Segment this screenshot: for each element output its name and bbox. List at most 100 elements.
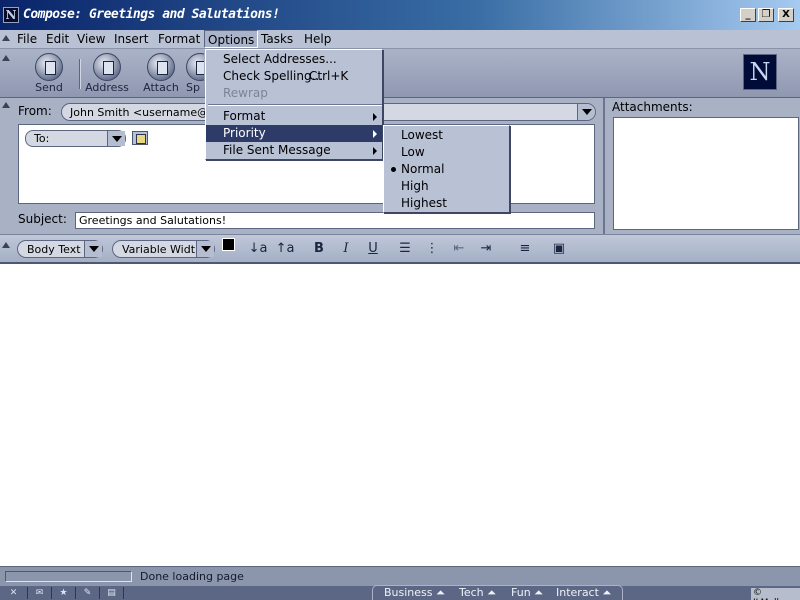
quicklink-tech[interactable]: Tech ⏶ [459, 586, 496, 600]
status-bar: Done loading page [0, 566, 800, 586]
menu-priority-submenu[interactable]: Priority [206, 125, 382, 142]
minimize-button[interactable]: _ [740, 8, 756, 22]
format-toolbar: Body Text Variable Width ↓a ↑a B I U ☰ ⋮… [0, 234, 800, 264]
increase-font-size-button[interactable]: ↑a [275, 240, 295, 258]
address-card-icon[interactable] [132, 131, 148, 145]
netscape-logo[interactable]: N [743, 54, 777, 90]
check-spelling-label: Check Spelling... [223, 69, 324, 83]
selected-radio-icon [391, 167, 396, 172]
send-icon [35, 53, 63, 81]
indent-icon[interactable]: ⇥ [476, 240, 496, 258]
menu-file-sent-message[interactable]: File Sent Message [206, 142, 382, 159]
menu-rewrap: Rewrap [206, 85, 382, 102]
toolbar-collapse-grip-icon[interactable] [2, 55, 10, 61]
font-value: Variable Width [122, 243, 202, 256]
menu-separator [208, 104, 382, 106]
priority-normal-label: Normal [401, 162, 445, 176]
decrease-font-size-button[interactable]: ↓a [248, 240, 268, 258]
close-button[interactable]: X [778, 8, 794, 22]
address-label: Address [85, 81, 129, 94]
status-text: Done loading page [140, 570, 244, 583]
copyright-credit: © JLMeller [751, 588, 800, 600]
send-label: Send [35, 81, 63, 94]
window-title: Compose: Greetings and Salutations! [23, 7, 280, 22]
priority-high[interactable]: High [384, 178, 509, 195]
menu-bar: File Edit View Insert Format Options Tas… [0, 30, 800, 49]
menu-check-spelling[interactable]: Check Spelling... Ctrl+K [206, 68, 382, 85]
italic-button[interactable]: I [336, 240, 356, 258]
attachments-label: Attachments: [612, 100, 693, 114]
insert-object-icon[interactable]: ▣ [546, 240, 572, 258]
from-value: John Smith <username@ser [70, 106, 226, 119]
address-button[interactable]: Address [84, 53, 130, 94]
to-type-select[interactable]: To: [25, 130, 126, 147]
spelling-button[interactable]: Sp [186, 53, 204, 94]
restore-button[interactable]: ❐ [758, 8, 774, 22]
quicklink-business[interactable]: Business ⏶ [384, 586, 445, 600]
navigator-icon[interactable]: ✕ [0, 587, 28, 599]
attachments-panel: Attachments: [603, 98, 800, 234]
mail-icon[interactable]: ✉ [28, 587, 52, 599]
attachments-list[interactable] [613, 117, 799, 230]
composer-icon[interactable]: ✎ [76, 587, 100, 599]
format-collapse-grip-icon[interactable] [2, 242, 10, 248]
instant-messenger-icon[interactable]: ★ [52, 587, 76, 599]
menu-select-addresses[interactable]: Select Addresses... [206, 51, 382, 68]
menu-help[interactable]: Help [304, 32, 331, 46]
paperclip-icon [147, 53, 175, 81]
to-chevron-down-icon[interactable] [107, 131, 125, 146]
priority-lowest[interactable]: Lowest [384, 127, 509, 144]
check-spelling-shortcut: Ctrl+K [309, 69, 349, 83]
attach-label: Attach [143, 81, 179, 94]
foreground-color-swatch [222, 238, 235, 251]
to-label: To: [34, 132, 50, 145]
message-body-editor[interactable] [0, 266, 800, 566]
main-toolbar: Send Address Attach Sp [0, 49, 800, 98]
menu-view[interactable]: View [77, 32, 105, 46]
underline-button[interactable]: U [363, 240, 383, 258]
paragraph-chevron-down-icon[interactable] [84, 241, 102, 257]
font-chevron-down-icon[interactable] [196, 241, 214, 257]
menu-edit[interactable]: Edit [46, 32, 69, 46]
menu-format-submenu[interactable]: Format [206, 108, 382, 125]
format-submenu-label: Format [223, 109, 266, 123]
bold-button[interactable]: B [309, 240, 329, 258]
alignment-icon[interactable]: ≡ [512, 240, 538, 258]
text-color-picker[interactable] [222, 238, 243, 259]
header-collapse-grip-icon[interactable] [2, 102, 10, 108]
menu-file[interactable]: File [17, 32, 37, 46]
font-select[interactable]: Variable Width [112, 240, 215, 258]
select-addresses-label: Select Addresses... [223, 52, 337, 66]
menu-format[interactable]: Format [158, 32, 200, 46]
priority-highest[interactable]: Highest [384, 195, 509, 212]
from-chevron-down-icon[interactable] [577, 104, 595, 120]
attach-button[interactable]: Attach [138, 53, 184, 94]
chevron-right-icon [373, 147, 377, 155]
quicklink-fun[interactable]: Fun ⏶ [511, 586, 543, 600]
spelling-icon [186, 53, 204, 81]
subject-input[interactable]: Greetings and Salutations! [75, 212, 595, 229]
rewrap-label: Rewrap [223, 86, 268, 100]
priority-low[interactable]: Low [384, 144, 509, 161]
options-menu: Select Addresses... Check Spelling... Ct… [205, 49, 383, 160]
outdent-icon[interactable]: ⇤ [449, 240, 469, 258]
progress-bar [5, 571, 132, 582]
paragraph-style-value: Body Text [27, 243, 81, 256]
menubar-collapse-grip-icon[interactable] [2, 35, 10, 41]
bullet-list-icon[interactable]: ☰ [395, 240, 415, 258]
address-book-bar-icon[interactable]: ▤ [100, 587, 124, 599]
quicklink-interact[interactable]: Interact ⏶ [556, 586, 611, 600]
netscape-app-icon[interactable]: N [3, 7, 19, 23]
paragraph-style-select[interactable]: Body Text [17, 240, 103, 258]
numbered-list-icon[interactable]: ⋮ [422, 240, 442, 258]
from-label: From: [18, 104, 52, 118]
menu-tasks[interactable]: Tasks [261, 32, 293, 46]
priority-submenu-label: Priority [223, 126, 266, 140]
menu-options[interactable]: Options [204, 30, 259, 48]
quicklink-fun-label: Fun [511, 586, 531, 599]
quicklink-interact-label: Interact [556, 586, 599, 599]
send-button[interactable]: Send [26, 53, 72, 94]
priority-normal[interactable]: Normal [384, 161, 509, 178]
menu-insert[interactable]: Insert [114, 32, 148, 46]
title-bar: N Compose: Greetings and Salutations! _ … [0, 0, 800, 30]
